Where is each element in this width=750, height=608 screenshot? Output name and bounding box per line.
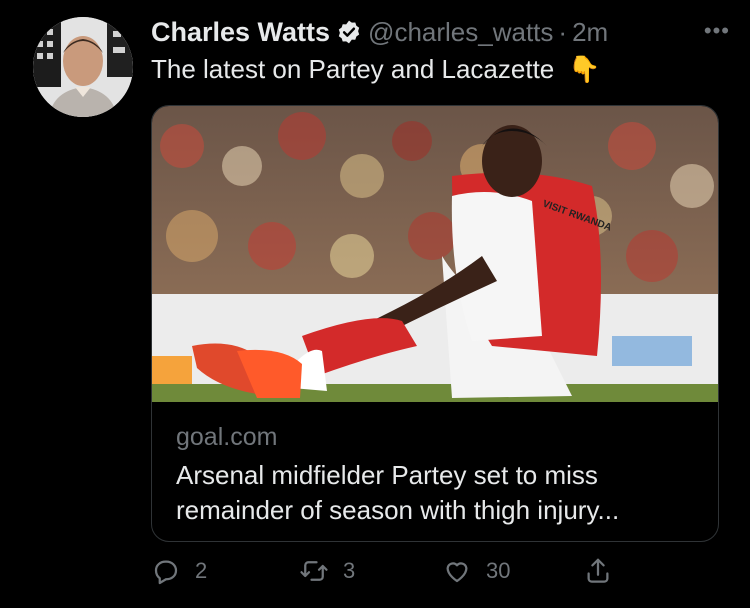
card-body: goal.com Arsenal midfielder Partey set t…	[176, 423, 698, 528]
card-domain: goal.com	[176, 423, 278, 451]
heart-icon	[446, 562, 468, 583]
retweet-button[interactable]: 3	[299, 556, 355, 586]
retweet-count: 3	[343, 558, 356, 583]
share-button[interactable]	[583, 556, 627, 586]
separator-dot: ·	[558, 16, 568, 47]
card-image: VISIT RWANDA	[152, 106, 718, 402]
avatar-image	[33, 17, 133, 117]
like-count: 30	[486, 558, 511, 583]
reply-button[interactable]: 2	[151, 556, 207, 586]
author-avatar[interactable]	[33, 17, 133, 117]
link-preview-card[interactable]: VISIT RWANDA goal.com Arsenal midfielder…	[151, 105, 719, 542]
card-title: Arsenal midfielder Partey set to miss re…	[176, 460, 620, 525]
author-handle[interactable]: @charles_watts	[368, 17, 553, 48]
share-icon	[587, 558, 609, 583]
tweet-timestamp[interactable]: 2m	[572, 17, 608, 48]
more-icon[interactable]: •••	[704, 18, 730, 44]
author-name[interactable]: Charles Watts	[151, 17, 330, 48]
reply-count: 2	[195, 558, 208, 583]
tweet-text: The latest on Partey and Lacazette	[151, 54, 555, 84]
tweet-actions: 2 3 30	[151, 556, 717, 596]
pointing-down-emoji: 👇	[568, 54, 601, 84]
verified-badge-icon	[338, 20, 360, 44]
reply-icon	[154, 560, 178, 585]
tweet-header: Charles Watts @charles_watts · 2m •••	[151, 14, 730, 50]
tweet-body: The latest on Partey and Lacazette 👇	[151, 54, 601, 85]
retweet-icon	[300, 561, 328, 581]
like-button[interactable]: 30	[442, 556, 510, 586]
